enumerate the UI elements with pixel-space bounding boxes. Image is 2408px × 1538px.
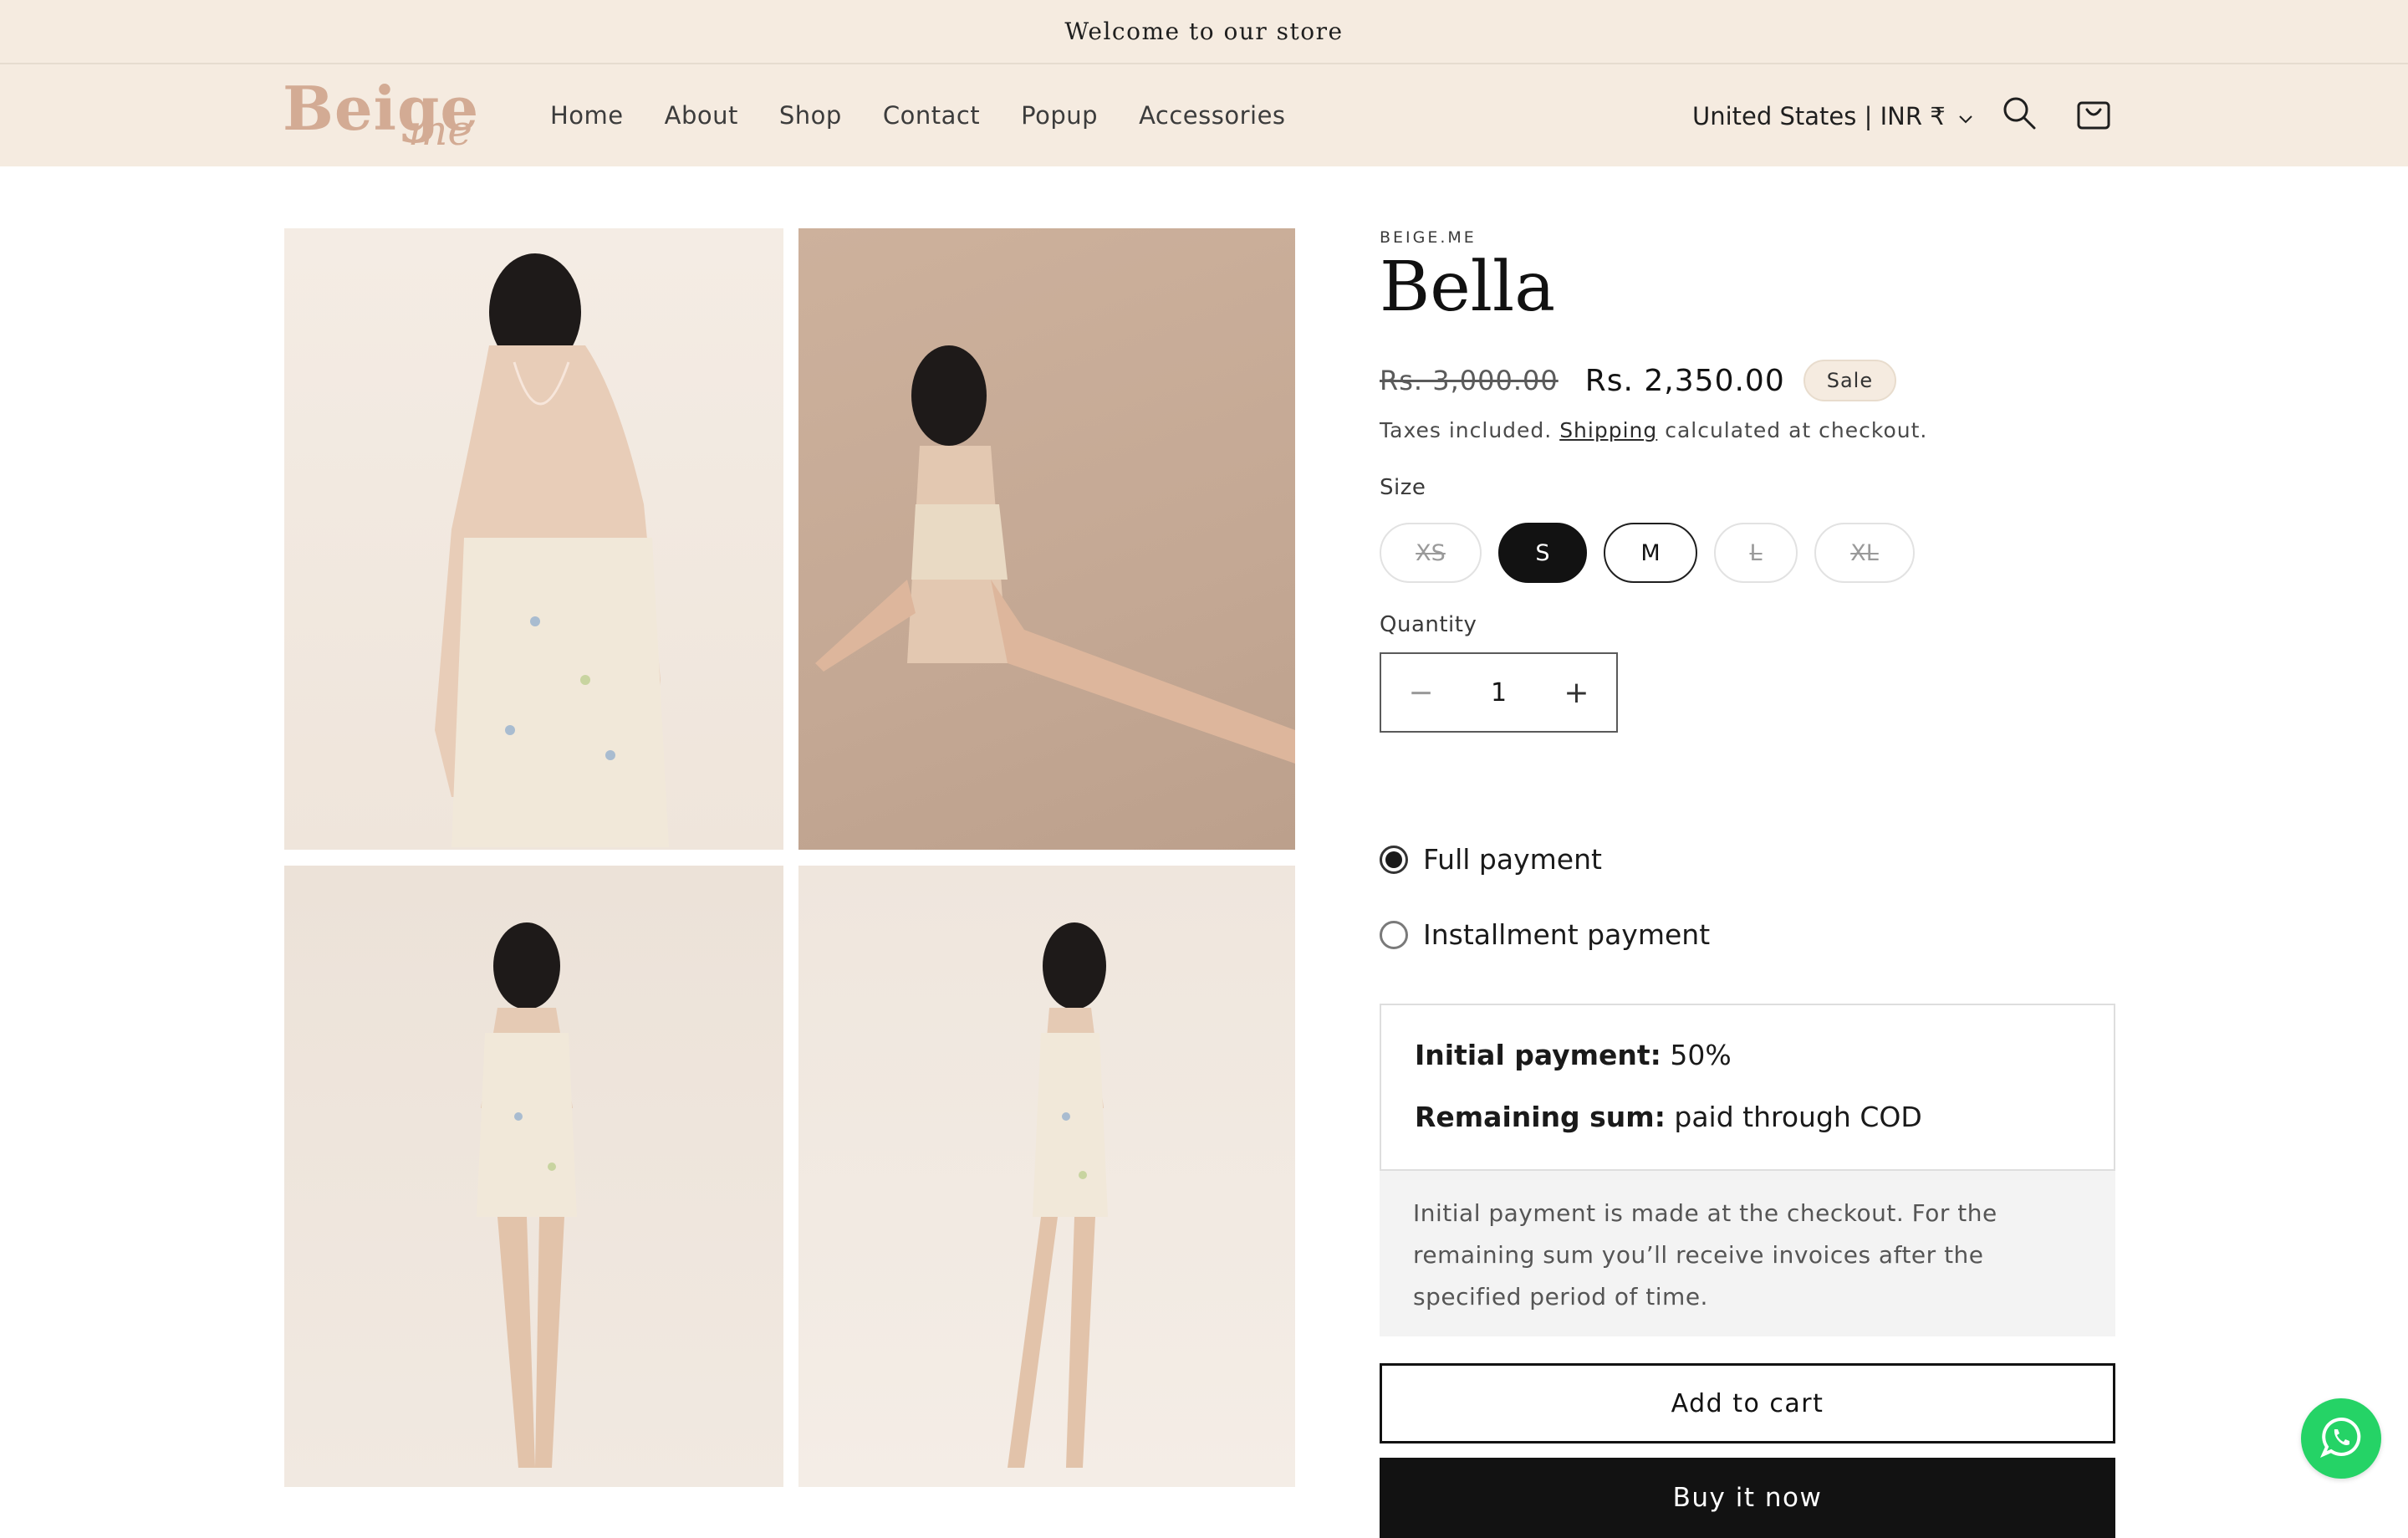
payment-option-installment-label: Installment payment [1423,918,1711,951]
radio-selected-icon [1380,845,1408,874]
installment-plan-box: Initial payment: 50% Remaining sum: paid… [1380,1004,2115,1171]
product-image-seated[interactable] [798,228,1295,850]
nav-about[interactable]: About [665,101,738,130]
size-option-m[interactable]: M [1604,523,1697,583]
nav-shop[interactable]: Shop [779,101,842,130]
initial-payment-label: Initial payment: [1415,1039,1661,1071]
remaining-sum-value: paid through COD [1674,1101,1922,1133]
size-option-xs[interactable]: XS [1380,523,1482,583]
add-to-cart-button[interactable]: Add to cart [1380,1363,2115,1443]
whatsapp-icon [2319,1414,2364,1463]
nav-popup[interactable]: Popup [1021,101,1098,130]
nav-contact[interactable]: Contact [883,101,980,130]
size-option-xl[interactable]: XL [1814,523,1915,583]
product-image-back-view[interactable] [284,228,783,850]
product-image-front-view[interactable] [284,866,783,1487]
sale-badge: Sale [1803,360,1897,401]
buy-now-button[interactable]: Buy it now [1380,1458,2115,1538]
quantity-stepper: − + [1380,652,1618,733]
announcement-bar: Welcome to our store [0,0,2408,64]
site-header: Beige me Home About Shop Contact Popup A… [0,64,2408,166]
size-option-l[interactable]: L [1714,523,1798,583]
payment-option-installment[interactable]: Installment payment [1380,918,1710,951]
size-label: Size [1380,475,1426,500]
installment-note: Initial payment is made at the checkout.… [1380,1171,2115,1336]
country-currency-selector[interactable]: United States | INR ₹ [1692,98,1974,135]
announcement-text: Welcome to our store [1064,18,1344,45]
price-row: Rs. 3,000.00 Rs. 2,350.00 Sale [1380,360,1897,401]
minus-icon: − [1408,675,1434,710]
cart-button[interactable] [2069,89,2119,140]
nav-accessories[interactable]: Accessories [1139,101,1285,130]
remaining-sum-line: Remaining sum: paid through COD [1415,1101,1922,1133]
product-vendor: BEIGE.ME [1380,228,1477,247]
size-options: XS S M L XL [1380,523,1915,583]
tax-suffix: calculated at checkout. [1665,418,1928,442]
locale-label: United States | INR ₹ [1692,102,1946,130]
search-icon [2001,95,2038,135]
remaining-sum-label: Remaining sum: [1415,1101,1666,1133]
chevron-down-icon [1957,102,1974,130]
quantity-label: Quantity [1380,612,1477,637]
tax-note: Taxes included. Shipping calculated at c… [1380,418,1927,442]
quantity-decrease-button[interactable]: − [1381,654,1461,731]
radio-unselected-icon [1380,920,1408,949]
payment-option-full-label: Full payment [1423,843,1602,876]
product-image-side-view[interactable] [798,866,1295,1487]
store-logo[interactable]: Beige me [283,71,492,163]
initial-payment-value: 50% [1670,1039,1732,1071]
shipping-link[interactable]: Shipping [1559,418,1657,442]
tax-prefix: Taxes included. [1380,418,1553,442]
nav-home[interactable]: Home [550,101,624,130]
payment-option-full[interactable]: Full payment [1380,843,1602,876]
quantity-input[interactable] [1461,677,1537,708]
cart-icon [2075,95,2112,135]
quantity-increase-button[interactable]: + [1537,654,1616,731]
initial-payment-line: Initial payment: 50% [1415,1039,1732,1071]
logo-word-me: me [408,106,473,155]
sale-price: Rs. 2,350.00 [1584,363,1785,398]
compare-at-price: Rs. 3,000.00 [1380,365,1559,396]
plus-icon: + [1564,675,1589,710]
search-button[interactable] [1994,89,2044,140]
product-title: Bella [1380,248,1556,327]
whatsapp-chat-button[interactable] [2301,1398,2381,1479]
size-option-s[interactable]: S [1498,523,1587,583]
main-nav: Home About Shop Contact Popup Accessorie… [550,64,1286,166]
